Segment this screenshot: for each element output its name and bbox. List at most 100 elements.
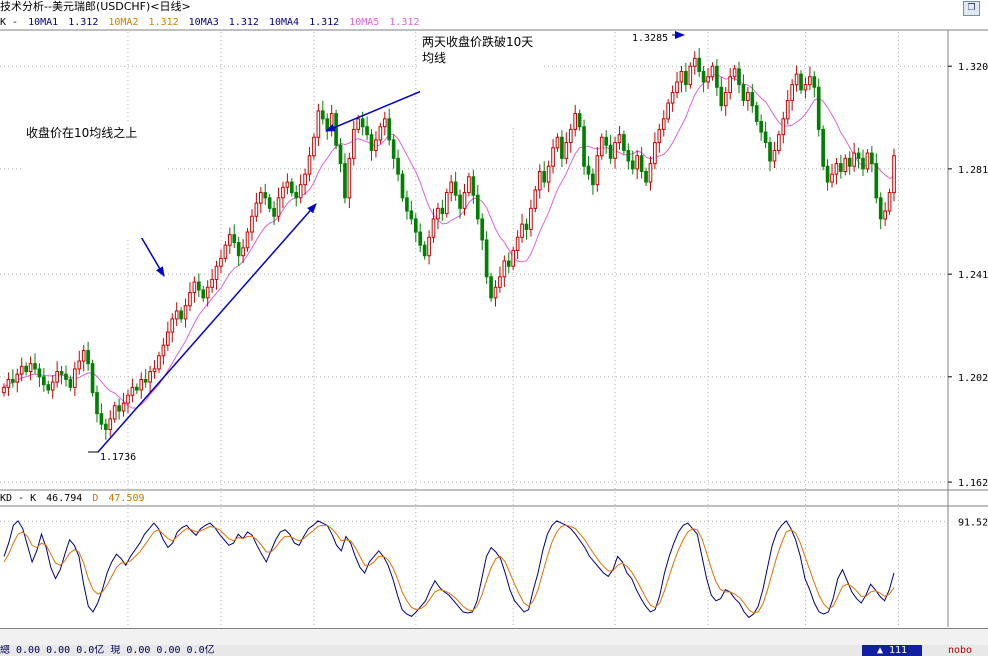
status-left-text: 總 0.00 0.00 0.0亿 現 0.00 0.00 0.0亿 (0, 645, 215, 656)
candle-down (874, 163, 879, 199)
candle-down (480, 218, 485, 241)
candle-down (684, 70, 688, 86)
price-tick-label: 1.281 (958, 165, 988, 176)
candle-down (232, 234, 237, 244)
candle-up (772, 149, 777, 162)
candle-down (46, 384, 51, 391)
candle-down (68, 378, 73, 388)
candle-up (551, 147, 555, 167)
candle-up (378, 126, 383, 141)
candle-down (471, 176, 476, 196)
candle-up (843, 157, 848, 173)
candle-up (139, 378, 144, 391)
candle-up (188, 292, 192, 307)
candle-up (130, 386, 135, 396)
price-tick-label: 1.241 (958, 270, 988, 281)
price-tick-label: 1.162 (958, 478, 988, 489)
candle-up (108, 418, 113, 430)
candle-up (515, 236, 520, 251)
candle-up (183, 305, 188, 320)
candle-up (245, 231, 250, 249)
candle-down (369, 134, 374, 151)
candle-up (210, 278, 214, 288)
candle-up (174, 310, 179, 320)
candle-up (281, 186, 285, 199)
candle-up (436, 207, 440, 220)
candle-up (617, 134, 622, 144)
candle-down (418, 231, 423, 246)
candle-up (250, 215, 254, 233)
candle-down (542, 171, 547, 183)
candle-down (24, 365, 28, 373)
candle-down (267, 197, 272, 209)
annotation-right-line2: 均线 (422, 51, 447, 65)
legend-kd-k-value: 46.794 (46, 493, 83, 504)
candle-down (582, 126, 586, 167)
price-tick-label: 1.202 (958, 373, 988, 384)
candle-down (697, 57, 702, 72)
candle-down (639, 155, 644, 173)
candle-up (170, 318, 175, 333)
candle-up (533, 189, 538, 209)
candle-up (192, 281, 197, 294)
k-line (3, 520, 895, 619)
candle-down (289, 181, 294, 194)
candle-down (453, 181, 458, 196)
candle-down (440, 207, 445, 215)
status-tag: nobo (948, 645, 973, 656)
candle-down (236, 242, 241, 257)
candle-down (117, 405, 121, 412)
candle-down (768, 142, 772, 162)
candle-up (785, 99, 790, 120)
candle-up (502, 260, 507, 278)
candle-down (812, 76, 817, 88)
candle-down (325, 118, 330, 130)
candle-up (449, 181, 454, 194)
candle-up (462, 192, 467, 209)
candle-up (307, 155, 312, 175)
candle-up (892, 155, 896, 194)
candle-up (688, 65, 693, 86)
candle-up (675, 81, 679, 94)
candle-down (360, 118, 365, 128)
annotation-arrows (88, 31, 685, 453)
candle-down (878, 197, 883, 220)
candle-down (577, 113, 582, 128)
candle-down (754, 105, 759, 122)
candle-down (489, 276, 493, 299)
candle-up (205, 286, 210, 299)
candle-down (86, 349, 90, 365)
candle-up (732, 68, 737, 78)
candle-up (467, 176, 471, 194)
candle-up (81, 349, 86, 362)
candle-down (99, 413, 104, 425)
candle-up (679, 70, 684, 83)
candle-up (161, 344, 166, 357)
kd-legend: KD - K 46.794 D 47.509 (0, 492, 149, 506)
candle-down (630, 160, 635, 170)
candle-up (493, 286, 498, 299)
candle-down (64, 373, 68, 380)
candle-up (865, 152, 870, 170)
candle-up (77, 360, 82, 370)
low-price-label: 1.1736 (100, 452, 137, 463)
legend-kd-k: KD - K (0, 493, 37, 504)
candle-up (781, 118, 786, 136)
candle-down (870, 152, 874, 165)
candle-down (338, 144, 343, 165)
kd-tick-label: 91.52 (958, 517, 988, 528)
candle-up (431, 218, 436, 238)
candle-down (405, 197, 409, 212)
candle-down (104, 423, 108, 430)
candle-down (95, 392, 99, 415)
candle-down (759, 120, 763, 133)
candle-up (351, 128, 356, 159)
candle-up (157, 355, 161, 370)
candle-down (861, 157, 865, 170)
candle-down (506, 260, 511, 267)
candle-up (520, 223, 524, 238)
candle-up (148, 371, 152, 383)
candle-up (595, 155, 600, 186)
candle-up (2, 386, 6, 394)
candle-up (19, 365, 24, 375)
